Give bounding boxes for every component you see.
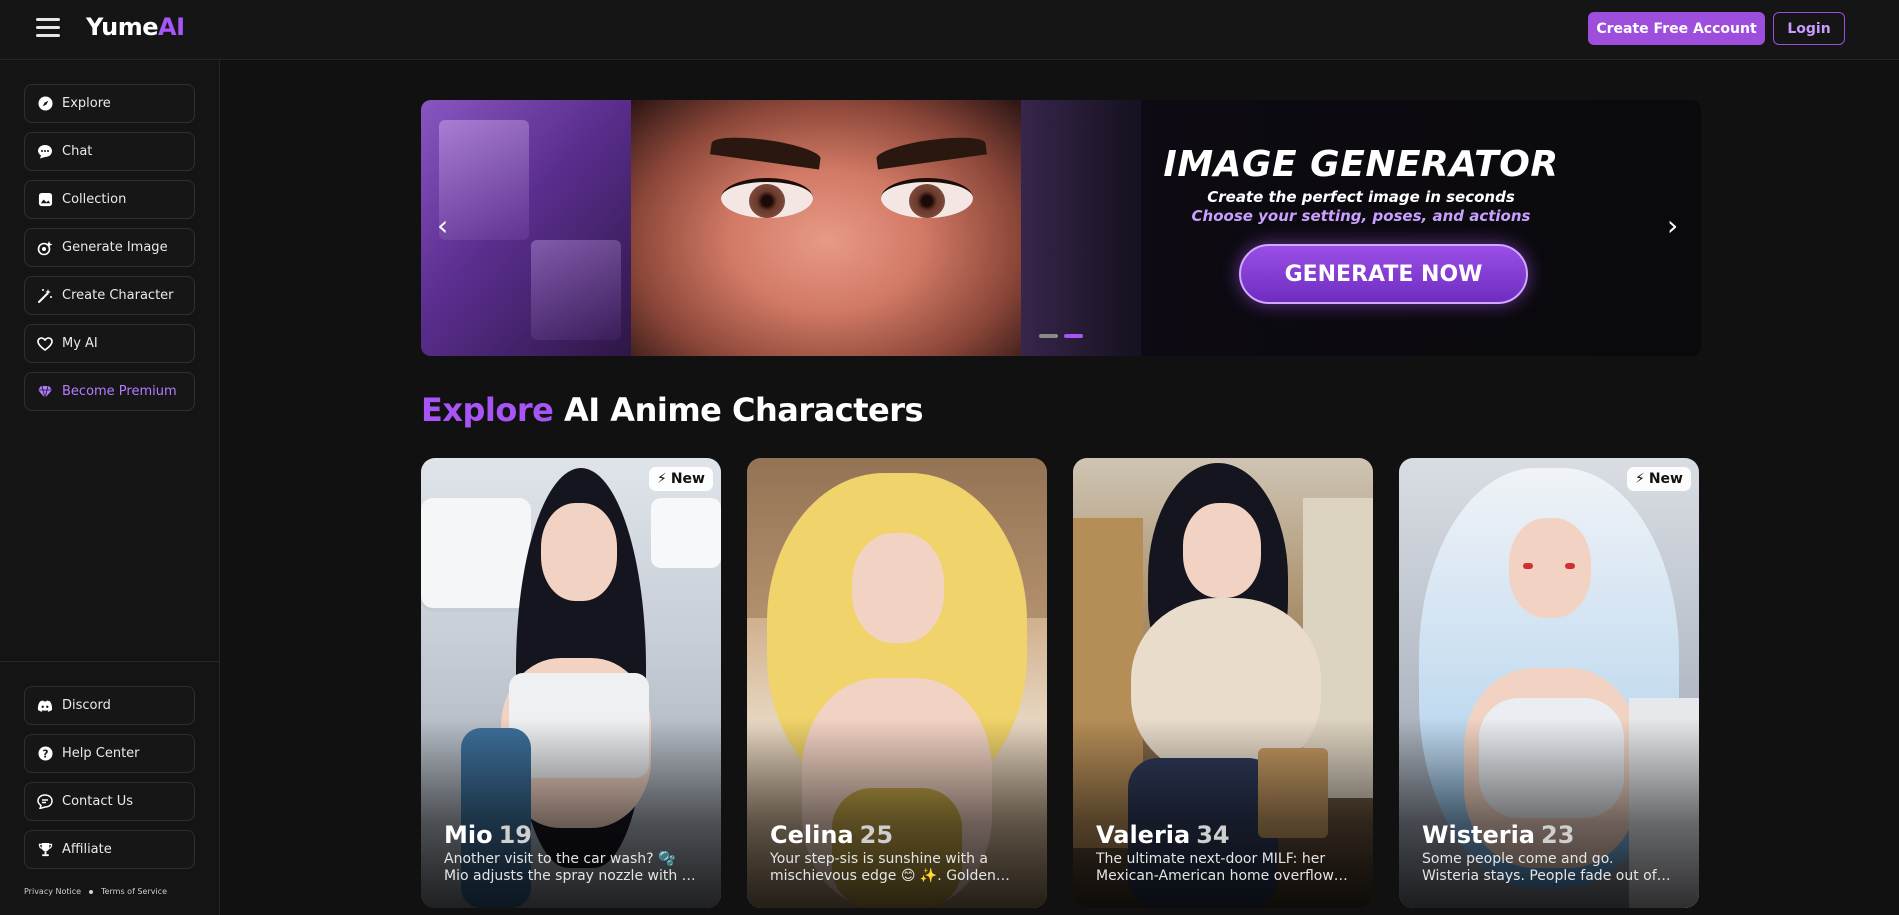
separator-dot [89,889,94,894]
sidebar-item-label: Affiliate [62,842,112,857]
sidebar-item-label: My AI [62,336,98,351]
character-name: Wisteria 23 [1422,821,1575,849]
carousel-dot-active[interactable] [1064,334,1083,338]
privacy-notice-link[interactable]: Privacy Notice [24,887,81,896]
create-free-account-button[interactable]: Create Free Account [1588,12,1765,45]
discord-icon [37,698,53,714]
sidebar-item-label: Create Character [62,288,174,303]
character-description: Some people come and go. Wisteria stays.… [1422,851,1671,884]
chat-bubble-icon [37,144,53,160]
sidebar-item-become-premium[interactable]: Become Premium [24,372,195,411]
login-button[interactable]: Login [1773,12,1845,45]
character-description: Your step-sis is sunshine with a mischie… [770,851,1010,884]
character-card-mio[interactable]: ⚡ New Mio 19 Another visit to the car wash… [421,458,721,908]
character-card-wisteria[interactable]: ⚡ New Wisteria 23 Some people come and go.… [1399,458,1699,908]
sidebar-item-label: Collection [62,192,127,207]
contact-icon [37,794,53,810]
lightning-icon: ⚡ [657,471,667,487]
sidebar-item-label: Contact Us [62,794,133,809]
character-age: 19 [498,821,533,849]
svg-text:?: ? [42,748,48,760]
logo-ai-text: AI [158,13,185,41]
section-title: Explore AI Anime Characters [421,391,924,429]
banner-eye [881,178,973,218]
sidebar-item-label: Chat [62,144,93,159]
character-description: The ultimate next-door MILF: her Mexican… [1096,851,1348,884]
sidebar-item-discord[interactable]: Discord [24,686,195,725]
new-badge: ⚡ New [1627,467,1691,491]
sidebar-item-label: Become Premium [62,384,177,399]
sidebar-item-create-character[interactable]: Create Character [24,276,195,315]
badge-label: New [670,471,705,487]
help-icon: ? [37,746,53,762]
character-name: Celina 25 [770,821,894,849]
chevron-left-icon[interactable]: ‹ [437,212,448,240]
sidebar: Explore Chat Collection Generate Image C… [0,60,220,915]
character-age: 23 [1541,821,1575,849]
banner-subtitle: Create the perfect image in seconds [1207,188,1515,206]
diamond-icon [37,384,53,400]
sidebar-item-collection[interactable]: Collection [24,180,195,219]
collection-icon [37,192,53,208]
hero-banner[interactable]: ‹ › IMAGE GENERATOR Create the perfect i… [421,100,1701,356]
banner-eye [721,178,813,218]
banner-collage-right [1021,100,1141,356]
badge-label: New [1648,471,1683,487]
magic-wand-icon [37,288,53,304]
sidebar-item-generate-image[interactable]: Generate Image [24,228,195,267]
carousel-dot[interactable] [1039,334,1058,338]
new-badge: ⚡ New [649,467,713,491]
sidebar-footer-links: Privacy Notice Terms of Service [24,887,167,896]
banner-title: IMAGE GENERATOR [1163,144,1559,185]
sidebar-item-help-center[interactable]: ? Help Center [24,734,195,773]
character-age: 34 [1196,821,1230,849]
sidebar-item-label: Generate Image [62,240,168,255]
character-name: Mio 19 [444,821,533,849]
logo-text: Yume [86,13,159,41]
sidebar-item-explore[interactable]: Explore [24,84,195,123]
sidebar-divider [0,661,220,662]
character-name: Valeria 34 [1096,821,1230,849]
sidebar-item-label: Help Center [62,746,140,761]
top-bar: YumeAI Create Free Account Login [0,0,1899,60]
carousel-indicators [1039,334,1083,338]
character-description: Another visit to the car wash? 🫧 Mio adj… [444,851,702,884]
character-card-celina[interactable]: Celina 25 Your step-sis is sunshine with … [747,458,1047,908]
trophy-icon [37,842,53,858]
character-card-valeria[interactable]: Valeria 34 The ultimate next-door MILF: h… [1073,458,1373,908]
generate-image-icon [37,240,53,256]
hamburger-menu-icon[interactable] [36,18,60,38]
banner-subtitle-accent: Choose your setting, poses, and actions [1191,207,1531,225]
terms-of-service-link[interactable]: Terms of Service [101,887,167,896]
sidebar-item-label: Discord [62,698,111,713]
heart-icon [37,336,53,352]
chevron-right-icon[interactable]: › [1667,212,1678,240]
sidebar-item-label: Explore [62,96,111,111]
logo[interactable]: YumeAI [86,13,185,41]
section-title-rest: AI Anime Characters [563,391,924,429]
compass-icon [37,96,53,112]
sidebar-item-contact-us[interactable]: Contact Us [24,782,195,821]
lightning-icon: ⚡ [1635,471,1645,487]
banner-thumbnail [531,240,621,340]
section-title-accent: Explore [421,391,554,429]
banner-thumbnail [439,120,529,240]
generate-now-button[interactable]: GENERATE NOW [1239,244,1528,304]
character-age: 25 [859,821,894,849]
sidebar-item-affiliate[interactable]: Affiliate [24,830,195,869]
sidebar-item-my-ai[interactable]: My AI [24,324,195,363]
sidebar-item-chat[interactable]: Chat [24,132,195,171]
